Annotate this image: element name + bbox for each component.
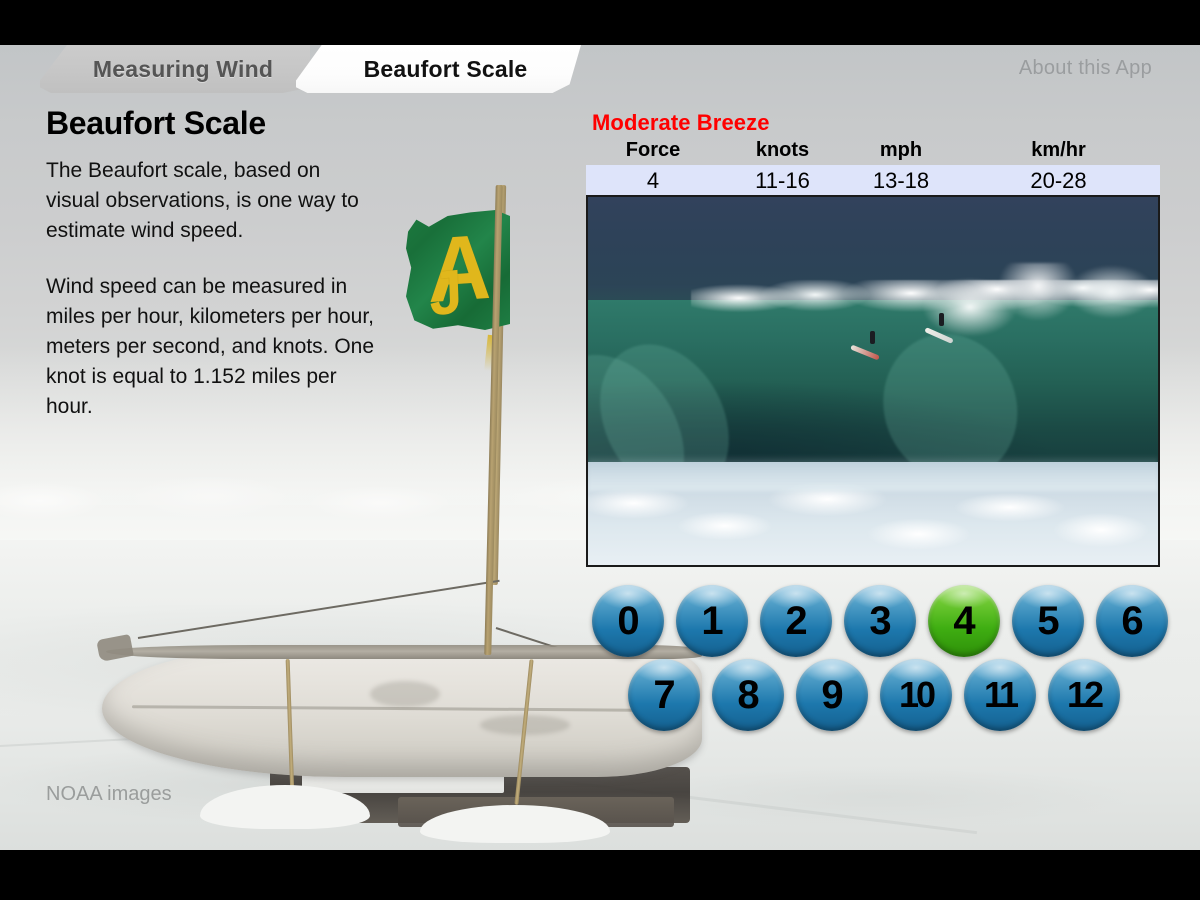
boat-smudge [370,681,440,707]
force-button-7[interactable]: 7 [628,659,700,731]
column-header-kmhr: km/hr [1031,139,1086,161]
tab-measuring-wind[interactable]: Measuring Wind [40,45,310,93]
page-title: Beaufort Scale [46,105,266,141]
force-button-5[interactable]: 5 [1012,585,1084,657]
cell-force: 4 [586,165,720,198]
tab-bar: Measuring Wind Beaufort Scale About this… [0,45,1200,93]
letterbox-top [0,0,1200,45]
wind-readout: Moderate Breeze Force knots mph km/hr 4 … [586,110,1160,198]
wave-photo [586,195,1160,567]
surfer-right [938,312,944,326]
force-button-grid: 0 1 2 3 4 5 6 7 8 9 10 11 12 [592,585,1174,731]
force-button-row-2: 7 8 9 10 11 12 [628,659,1174,731]
letterbox-bottom [0,850,1200,900]
cell-kmhr: 20-28 [957,165,1160,198]
wave-photo-foam-edge [588,454,1158,492]
column-header-knots: knots [755,139,810,161]
force-button-2[interactable]: 2 [760,585,832,657]
cell-mph: 13-18 [845,165,957,198]
force-button-0[interactable]: 0 [592,585,664,657]
column-header-mph: mph [879,139,923,161]
about-this-app-link[interactable]: About this App [1019,57,1152,80]
column-header-force: Force [625,139,681,161]
wind-speed-table: Force knots mph km/hr 4 11-16 13-18 20-2… [586,138,1160,198]
app-root: A J Measuring Wind Beaufort Scale About … [0,0,1200,900]
force-button-4[interactable]: 4 [928,585,1000,657]
force-button-1[interactable]: 1 [676,585,748,657]
force-button-8[interactable]: 8 [712,659,784,731]
wave-photo-spray [907,263,1158,359]
force-button-12[interactable]: 12 [1048,659,1120,731]
boat-bow [96,633,134,663]
force-button-9[interactable]: 9 [796,659,868,731]
table-header-row: Force knots mph km/hr [586,138,1160,165]
force-button-6[interactable]: 6 [1096,585,1168,657]
force-button-11[interactable]: 11 [964,659,1036,731]
image-credit: NOAA images [46,783,172,805]
surfer-left [870,331,876,345]
tab-beaufort-scale[interactable]: Beaufort Scale [296,45,581,93]
info-panel: Beaufort Scale The Beaufort scale, based… [46,105,376,422]
cell-knots: 11-16 [720,165,845,198]
beaufort-description: Moderate Breeze [592,110,770,135]
info-paragraph-2: Wind speed can be measured in miles per … [46,275,375,418]
table-row: 4 11-16 13-18 20-28 [586,165,1160,198]
force-button-3[interactable]: 3 [844,585,916,657]
force-button-10[interactable]: 10 [880,659,952,731]
force-button-row-1: 0 1 2 3 4 5 6 [592,585,1174,657]
info-paragraph-1: The Beaufort scale, based on visual obse… [46,159,359,242]
boat-stay-fore [137,579,500,639]
